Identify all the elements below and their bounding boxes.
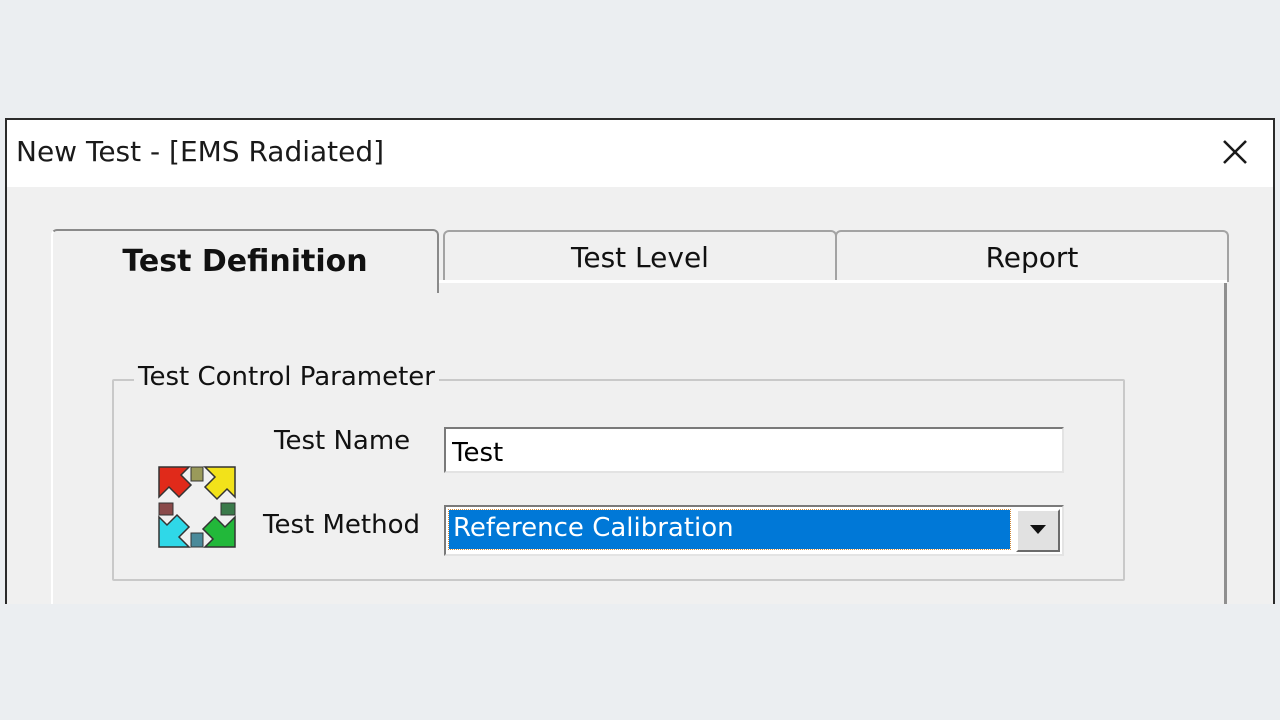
close-button[interactable] (1215, 132, 1255, 172)
tab-panel-top-edge (439, 280, 1227, 283)
test-method-label: Test Method (263, 510, 420, 540)
window-title: New Test - [EMS Radiated] (16, 135, 385, 168)
test-name-input[interactable] (444, 427, 1064, 473)
dropdown-button[interactable] (1016, 509, 1060, 552)
test-method-select[interactable]: Reference Calibration (444, 505, 1064, 556)
test-method-selected-value[interactable]: Reference Calibration (448, 509, 1011, 550)
title-bar: New Test - [EMS Radiated] (7, 120, 1273, 187)
chevron-down-icon (1030, 525, 1046, 534)
tab-test-definition[interactable]: Test Definition (51, 229, 439, 293)
new-test-dialog: New Test - [EMS Radiated] Test Definitio… (5, 118, 1275, 604)
group-title: Test Control Parameter (134, 362, 439, 392)
tab-report[interactable]: Report (835, 230, 1229, 282)
tab-test-level[interactable]: Test Level (443, 230, 837, 282)
close-icon (1223, 140, 1247, 164)
test-name-label: Test Name (274, 426, 411, 456)
four-arrows-icon (158, 466, 236, 548)
